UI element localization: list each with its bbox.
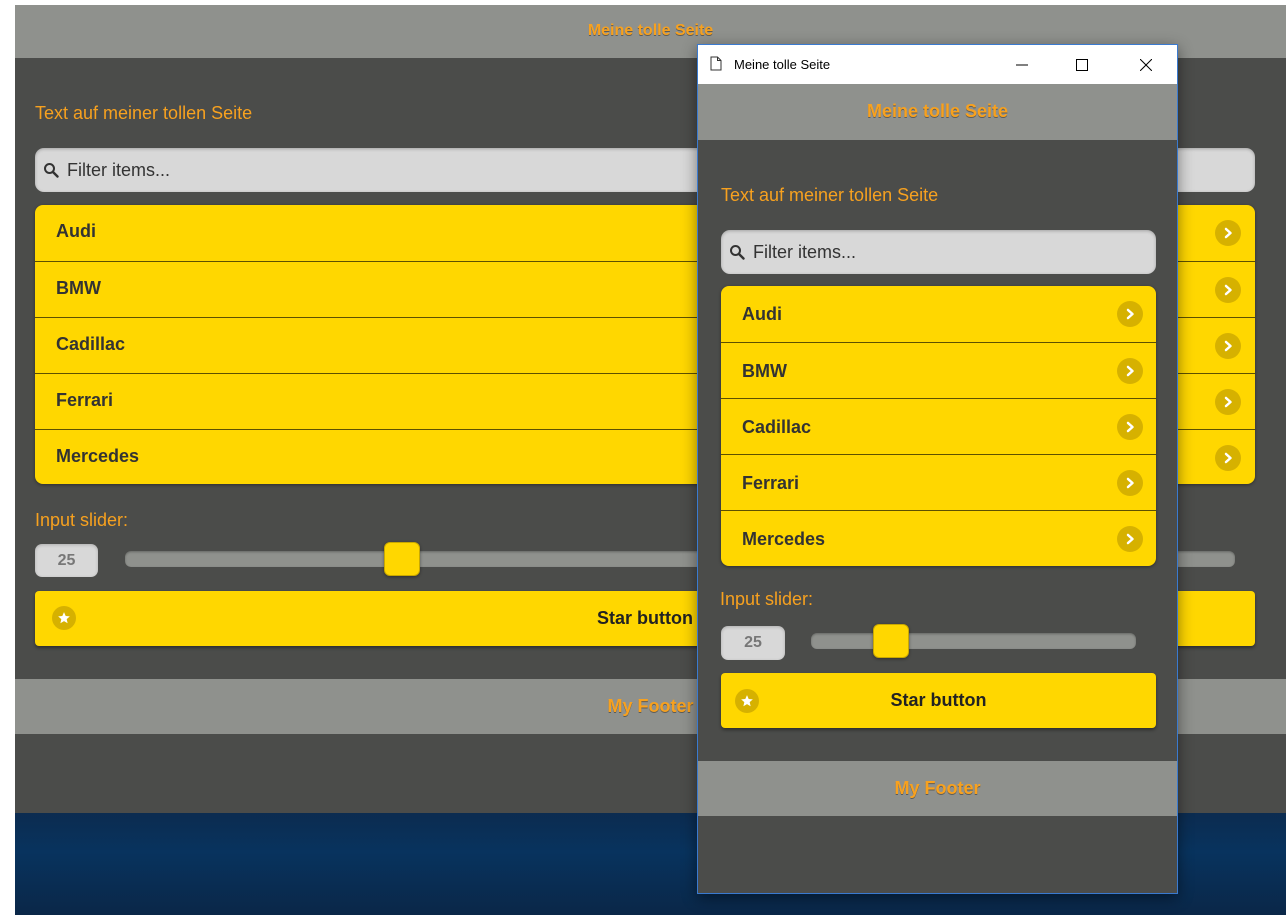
car-list: Audi BMW Cadillac Ferrari Mercedes xyxy=(721,286,1156,566)
window-title: Meine tolle Seite xyxy=(734,57,831,72)
slider-value-input[interactable]: 25 xyxy=(721,626,785,660)
slider-label: Input slider: xyxy=(35,510,129,530)
slider-track[interactable] xyxy=(811,633,1136,649)
slider-value-input[interactable]: 25 xyxy=(35,544,98,577)
list-item-label: Ferrari xyxy=(56,390,114,410)
list-item-label: Mercedes xyxy=(56,446,140,466)
star-button-label: Star button xyxy=(890,690,987,710)
list-item[interactable]: Audi xyxy=(721,286,1156,342)
list-item[interactable]: Cadillac xyxy=(721,398,1156,454)
list-item[interactable]: Ferrari xyxy=(721,454,1156,510)
list-item-label: Cadillac xyxy=(742,417,812,437)
chevron-right-icon xyxy=(1117,358,1143,384)
slider-label: Input slider: xyxy=(720,589,814,609)
list-item[interactable]: BMW xyxy=(721,342,1156,398)
maximize-icon[interactable] xyxy=(1059,45,1105,84)
list-item-label: Cadillac xyxy=(56,334,126,354)
star-button-label: Star button xyxy=(597,608,693,628)
list-item-label: Mercedes xyxy=(742,529,826,549)
window-content: Meine tolle Seite Text auf meiner tollen… xyxy=(698,84,1177,893)
page-footer: My Footer xyxy=(698,761,1177,816)
slider-handle[interactable] xyxy=(384,542,420,576)
search-icon xyxy=(730,245,745,260)
chevron-right-icon xyxy=(1117,470,1143,496)
intro-text: Text auf meiner tollen Seite xyxy=(721,185,939,205)
search-input[interactable] xyxy=(751,240,1156,264)
intro-text: Text auf meiner tollen Seite xyxy=(35,103,253,123)
browser-window: Meine tolle Seite Meine tolle Seite Text… xyxy=(697,44,1178,894)
slider-handle[interactable] xyxy=(873,624,909,658)
page-header: Meine tolle Seite xyxy=(698,84,1177,140)
list-item[interactable]: Mercedes xyxy=(721,510,1156,566)
chevron-right-icon xyxy=(1117,414,1143,440)
list-item-label: Audi xyxy=(742,304,782,324)
chevron-right-icon xyxy=(1215,277,1241,303)
chevron-right-icon xyxy=(1215,333,1241,359)
chevron-right-icon xyxy=(1215,445,1241,471)
window-titlebar[interactable]: Meine tolle Seite xyxy=(698,45,1177,84)
filter-search-bar[interactable] xyxy=(721,230,1156,274)
minimize-icon[interactable] xyxy=(999,45,1045,84)
chevron-right-icon xyxy=(1117,301,1143,327)
document-icon xyxy=(710,56,722,71)
star-icon xyxy=(735,689,759,713)
search-icon xyxy=(44,163,59,178)
close-icon[interactable] xyxy=(1123,45,1169,84)
list-item-label: BMW xyxy=(742,361,787,381)
list-item-label: Audi xyxy=(56,221,96,241)
star-icon xyxy=(52,606,76,630)
star-button[interactable]: Star button xyxy=(721,673,1156,728)
list-item-label: Ferrari xyxy=(742,473,800,493)
chevron-right-icon xyxy=(1215,389,1241,415)
chevron-right-icon xyxy=(1215,220,1241,246)
chevron-right-icon xyxy=(1117,526,1143,552)
list-item-label: BMW xyxy=(56,278,101,298)
